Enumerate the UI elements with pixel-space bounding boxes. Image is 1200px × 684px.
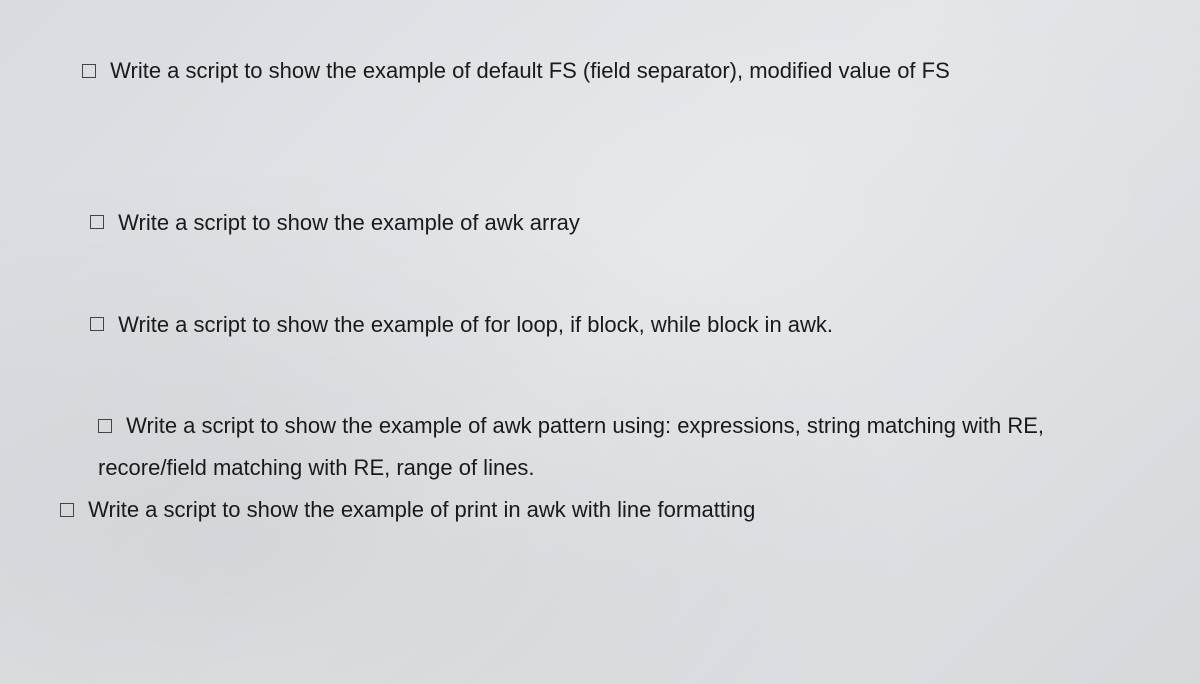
list-item: Write a script to show the example of fo… — [90, 304, 1130, 346]
list-item: Write a script to show the example of pr… — [60, 489, 1130, 531]
list-item: Write a script to show the example of de… — [82, 50, 1130, 92]
item-text: Write a script to show the example of de… — [110, 58, 950, 83]
item-text: Write a script to show the example of fo… — [118, 312, 833, 337]
checkbox-icon — [98, 419, 112, 433]
list-item: Write a script to show the example of aw… — [90, 202, 1130, 244]
item-text: Write a script to show the example of pr… — [88, 497, 755, 522]
list-item: Write a script to show the example of aw… — [98, 405, 1130, 489]
checkbox-icon — [90, 215, 104, 229]
checkbox-icon — [90, 317, 104, 331]
item-text: Write a script to show the example of aw… — [98, 413, 1044, 480]
checkbox-icon — [82, 64, 96, 78]
item-text: Write a script to show the example of aw… — [118, 210, 580, 235]
checkbox-icon — [60, 503, 74, 517]
